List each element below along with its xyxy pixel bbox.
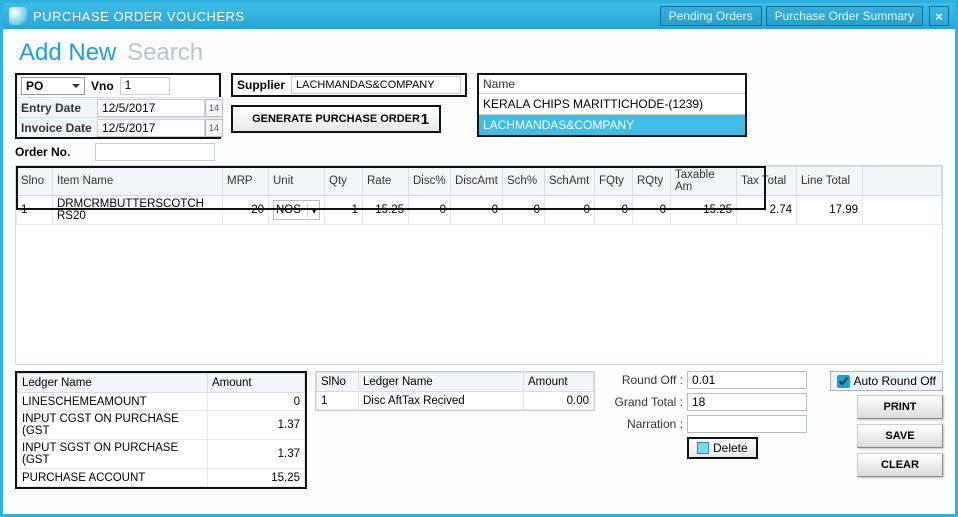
col-taxtotal[interactable]: Tax Total [737,167,797,196]
window-title: PURCHASE ORDER VOUCHERS [33,9,245,24]
supplier-box: Supplier LACHMANDAS&COMPANY [231,73,467,97]
vno-label: Vno [91,79,114,93]
lookup-item-selected[interactable]: LACHMANDAS&COMPANY [479,114,745,135]
auto-round-off-checkbox[interactable] [837,375,850,388]
cell-slno[interactable]: 1 [17,196,53,225]
cell-item[interactable]: DRMCRMBUTTERSCOTCH RS20 [53,196,223,225]
col-linetotal[interactable]: Line Total [797,167,863,196]
supplier-input[interactable]: LACHMANDAS&COMPANY [291,76,461,94]
ledger-row[interactable]: PURCHASE ACCOUNT15.25 [18,469,305,487]
col-taxable[interactable]: Taxable Am [671,167,737,196]
cell-schamt[interactable]: 0 [545,196,595,225]
grand-total-value: 18 [687,393,807,411]
col-unit[interactable]: Unit [269,167,325,196]
unit-value: NOS [276,204,301,216]
cell-discp[interactable]: 0 [409,196,451,225]
po-type-value: PO [26,79,43,93]
auto-round-off-toggle[interactable]: Auto Round Off [830,371,944,391]
col-discp[interactable]: Disc% [409,167,451,196]
col-schp[interactable]: Sch% [503,167,545,196]
lookup-header: Name [479,75,745,93]
ledger-row[interactable]: LINESCHEMEAMOUNT0 [18,393,305,411]
table-row[interactable]: 1 DRMCRMBUTTERSCOTCH RS20 20 NOS ▾ 1 15.… [17,196,942,225]
generate-po-marker: 1 [421,111,429,128]
col-rate[interactable]: Rate [363,167,409,196]
col-slno[interactable]: Slno [17,167,53,196]
ledger-col-name: Ledger Name [18,374,208,393]
pending-orders-link[interactable]: Pending Orders [660,6,762,26]
vno-input[interactable]: 1 [120,77,170,95]
col-rqty[interactable]: RQty [633,167,671,196]
cell-mrp[interactable]: 20 [223,196,269,225]
entry-date-label: Entry Date [17,101,97,115]
cell-unit[interactable]: NOS ▾ [269,196,325,225]
ledger-row[interactable]: INPUT CGST ON PURCHASE (GST1.37 [18,411,305,440]
chevron-down-icon[interactable]: ▾ [307,203,317,217]
adj-row[interactable]: 1 Disc AftTax Recived 0.00 [317,392,594,410]
cell-discamt[interactable]: 0 [451,196,503,225]
tab-add-new[interactable]: Add New [19,39,116,66]
titlebar: PURCHASE ORDER VOUCHERS Pending Orders P… [3,3,955,29]
tab-search[interactable]: Search [127,39,203,66]
col-schamt[interactable]: SchAmt [545,167,595,196]
order-no-input[interactable] [95,143,215,161]
cell-taxable[interactable]: 15.25 [671,196,737,225]
cell-rate[interactable]: 15.25 [363,196,409,225]
cell-schp[interactable]: 0 [503,196,545,225]
po-summary-link[interactable]: Purchase Order Summary [766,6,923,26]
supplier-lookup-popup: Name KERALA CHIPS MARITTICHODE-(1239) LA… [477,73,747,137]
generate-po-label: GENERATE PURCHASE ORDER [252,113,420,125]
cell-taxtotal[interactable]: 2.74 [737,196,797,225]
invoice-date-input[interactable]: 12/5/2017 [97,119,205,137]
narration-input[interactable] [687,415,807,433]
po-type-select[interactable]: PO [21,77,85,95]
auto-round-off-label: Auto Round Off [854,374,937,388]
adjustment-table: SlNo Ledger Name Amount 1 Disc AftTax Re… [315,371,595,411]
order-no-label: Order No. [15,145,91,159]
ledger-table: Ledger Name Amount LINESCHEMEAMOUNT0 INP… [15,371,307,489]
ledger-row[interactable]: INPUT SGST ON PURCHASE (GST1.37 [18,440,305,469]
invoice-date-label: Invoice Date [17,121,97,135]
col-fqty[interactable]: FQty [595,167,633,196]
close-button[interactable]: × [929,6,949,26]
print-button[interactable]: PRINT [857,395,943,419]
narration-label: Narration : [605,417,687,431]
roundoff-label: Round Off : [605,373,687,387]
cell-fqty[interactable]: 0 [595,196,633,225]
adj-col-name: Ledger Name [359,373,524,392]
delete-icon [697,442,709,454]
delete-label: Delete [713,441,748,455]
col-item[interactable]: Item Name [53,167,223,196]
mode-tabs: Add New Search [19,39,943,67]
cell-rqty[interactable]: 0 [633,196,671,225]
app-icon [9,7,27,25]
save-button[interactable]: SAVE [857,424,943,448]
cell-linetotal[interactable]: 17.99 [797,196,863,225]
roundoff-value[interactable]: 0.01 [687,371,807,389]
clear-button[interactable]: CLEAR [857,453,943,477]
col-mrp[interactable]: MRP [223,167,269,196]
supplier-label: Supplier [237,78,285,92]
ledger-col-amount: Amount [208,374,305,393]
adj-col-amount: Amount [524,373,594,392]
delete-button[interactable]: Delete [687,437,758,459]
lookup-item[interactable]: KERALA CHIPS MARITTICHODE-(1239) [479,93,745,114]
cell-qty[interactable]: 1 [325,196,363,225]
totals-panel: Round Off : 0.01 Grand Total : 18 Narrat… [605,371,807,463]
grand-total-label: Grand Total : [605,395,687,409]
col-discamt[interactable]: DiscAmt [451,167,503,196]
entry-date-input[interactable]: 12/5/2017 [97,99,205,117]
adj-col-slno: SlNo [317,373,359,392]
generate-po-button[interactable]: GENERATE PURCHASE ORDER 1 [231,105,441,133]
col-qty[interactable]: Qty [325,167,363,196]
line-items-grid: Slno Item Name MRP Unit Qty Rate Disc% D… [15,165,943,365]
